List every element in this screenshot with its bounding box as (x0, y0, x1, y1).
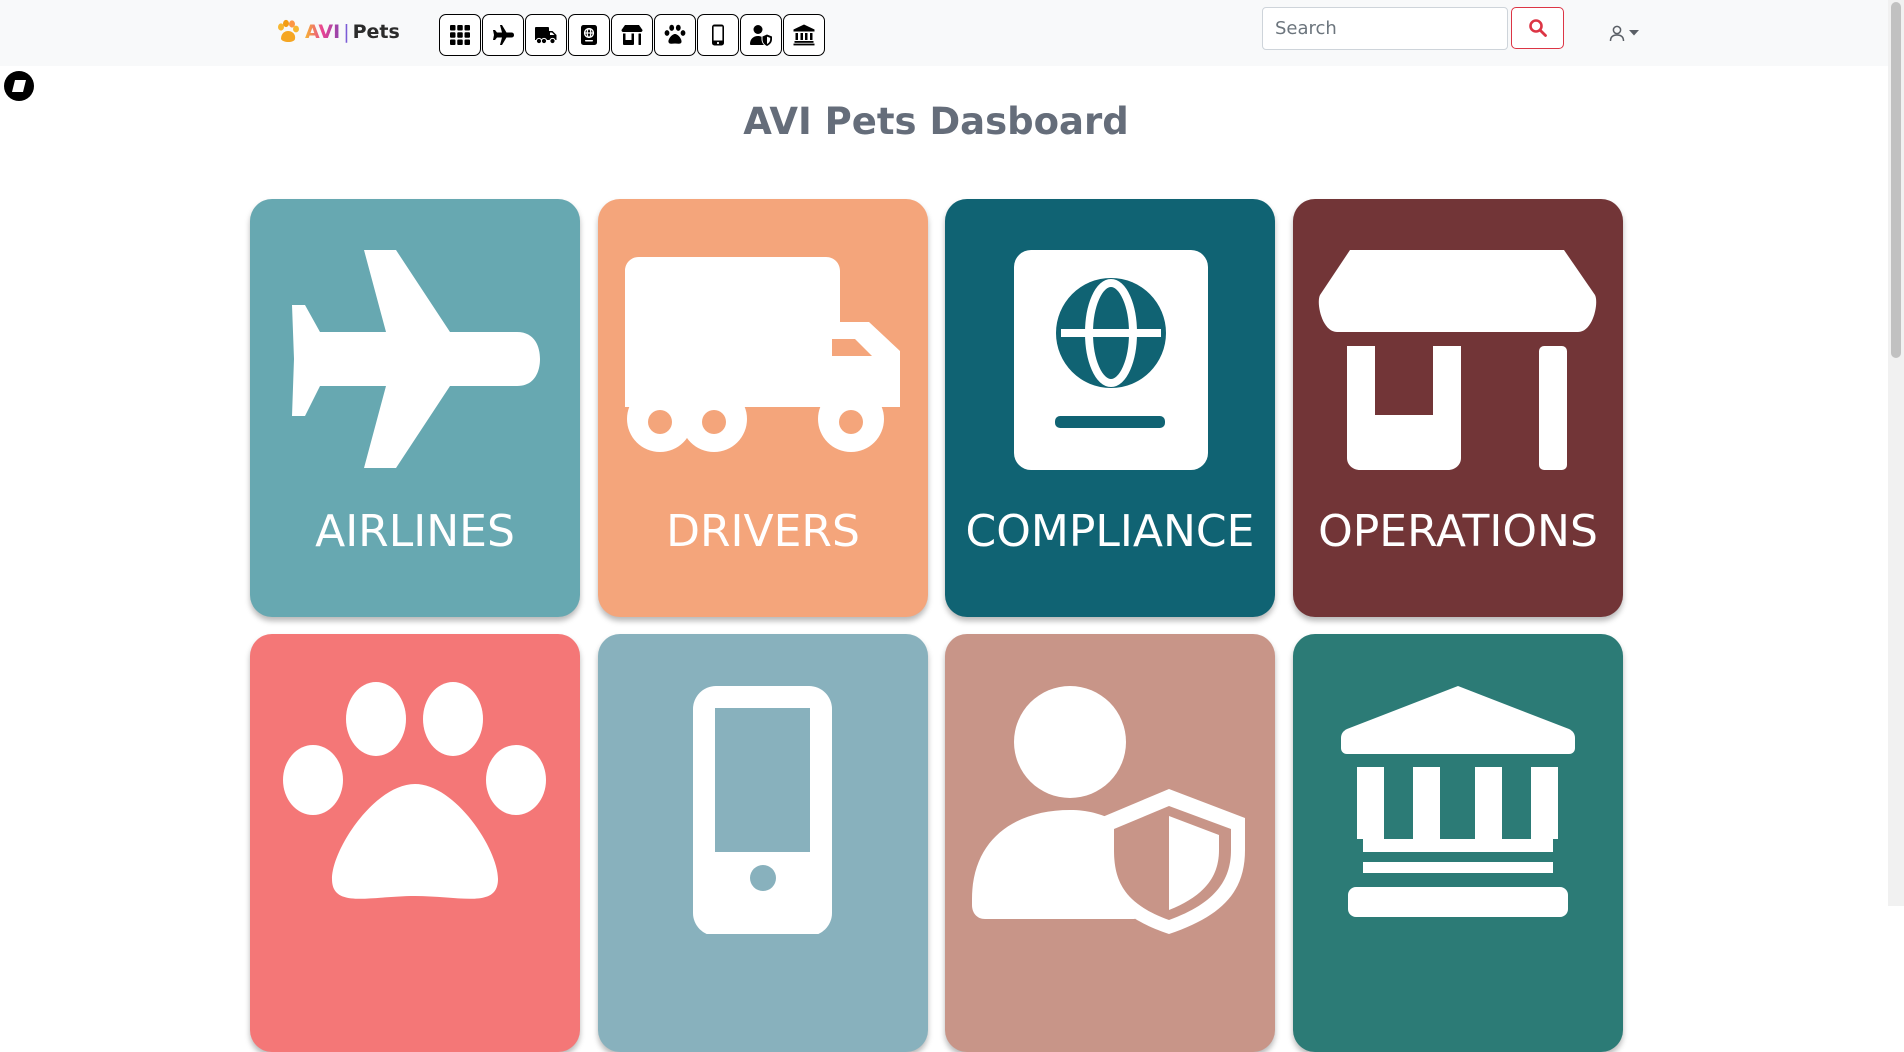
bank-icon (1341, 686, 1575, 917)
passport-icon (1014, 250, 1208, 470)
eraser-icon (12, 80, 26, 92)
floating-widget-button[interactable] (4, 71, 34, 101)
search-icon (1528, 19, 1547, 37)
nav-compliance-button[interactable] (568, 14, 610, 56)
user-shield-icon (750, 25, 772, 46)
caret-down-icon (1629, 30, 1639, 36)
brand-paw-icon (278, 19, 299, 42)
card-operations-label: OPERATIONS (1318, 506, 1598, 557)
search-input[interactable] (1262, 7, 1508, 50)
card-user-shield[interactable] (945, 634, 1275, 1052)
grid-icon (450, 25, 470, 45)
card-compliance-label: COMPLIANCE (965, 506, 1255, 557)
nav-bank-button[interactable] (783, 14, 825, 56)
scrollbar-thumb[interactable] (1891, 2, 1901, 358)
passport-icon (581, 25, 597, 45)
card-drivers[interactable]: DRIVERS (598, 199, 928, 617)
brand-logo[interactable]: AVI | Pets (275, 14, 400, 50)
nav-user-shield-button[interactable] (740, 14, 782, 56)
page-scrollbar[interactable] (1888, 0, 1904, 906)
airplane-icon (493, 25, 514, 45)
paw-icon (283, 682, 546, 899)
airplane-icon (292, 250, 540, 468)
card-airlines[interactable]: AIRLINES (250, 199, 580, 617)
user-shield-icon (972, 686, 1245, 934)
brand-pets-text: Pets (352, 21, 400, 43)
store-icon (1318, 250, 1597, 470)
truck-icon (535, 27, 557, 45)
mobile-icon (712, 24, 724, 46)
card-airlines-label: AIRLINES (315, 506, 515, 557)
nav-dashboard-button[interactable] (439, 14, 481, 56)
top-navbar: AVI | Pets (0, 0, 1888, 66)
paw-icon (664, 24, 686, 44)
brand-separator: | (343, 21, 350, 43)
card-operations[interactable]: OPERATIONS (1293, 199, 1623, 617)
mobile-icon (693, 686, 832, 934)
search-button[interactable] (1511, 7, 1564, 49)
card-drivers-label: DRIVERS (666, 506, 860, 557)
brand-avi-text: AVI (305, 21, 341, 43)
nav-mobile-button[interactable] (697, 14, 739, 56)
nav-pets-button[interactable] (654, 14, 696, 56)
page-title: AVI Pets Dasboard (743, 100, 1129, 143)
card-mobile[interactable] (598, 634, 928, 1052)
nav-airlines-button[interactable] (482, 14, 524, 56)
card-compliance[interactable]: COMPLIANCE (945, 199, 1275, 617)
store-icon (621, 25, 643, 45)
quick-nav-iconbar (439, 14, 826, 56)
user-icon (1609, 25, 1625, 42)
bank-icon (793, 24, 815, 46)
nav-operations-button[interactable] (611, 14, 653, 56)
card-pets[interactable] (250, 634, 580, 1052)
truck-icon (625, 257, 900, 452)
nav-drivers-button[interactable] (525, 14, 567, 56)
card-bank[interactable] (1293, 634, 1623, 1052)
user-menu-dropdown[interactable] (1608, 20, 1644, 46)
